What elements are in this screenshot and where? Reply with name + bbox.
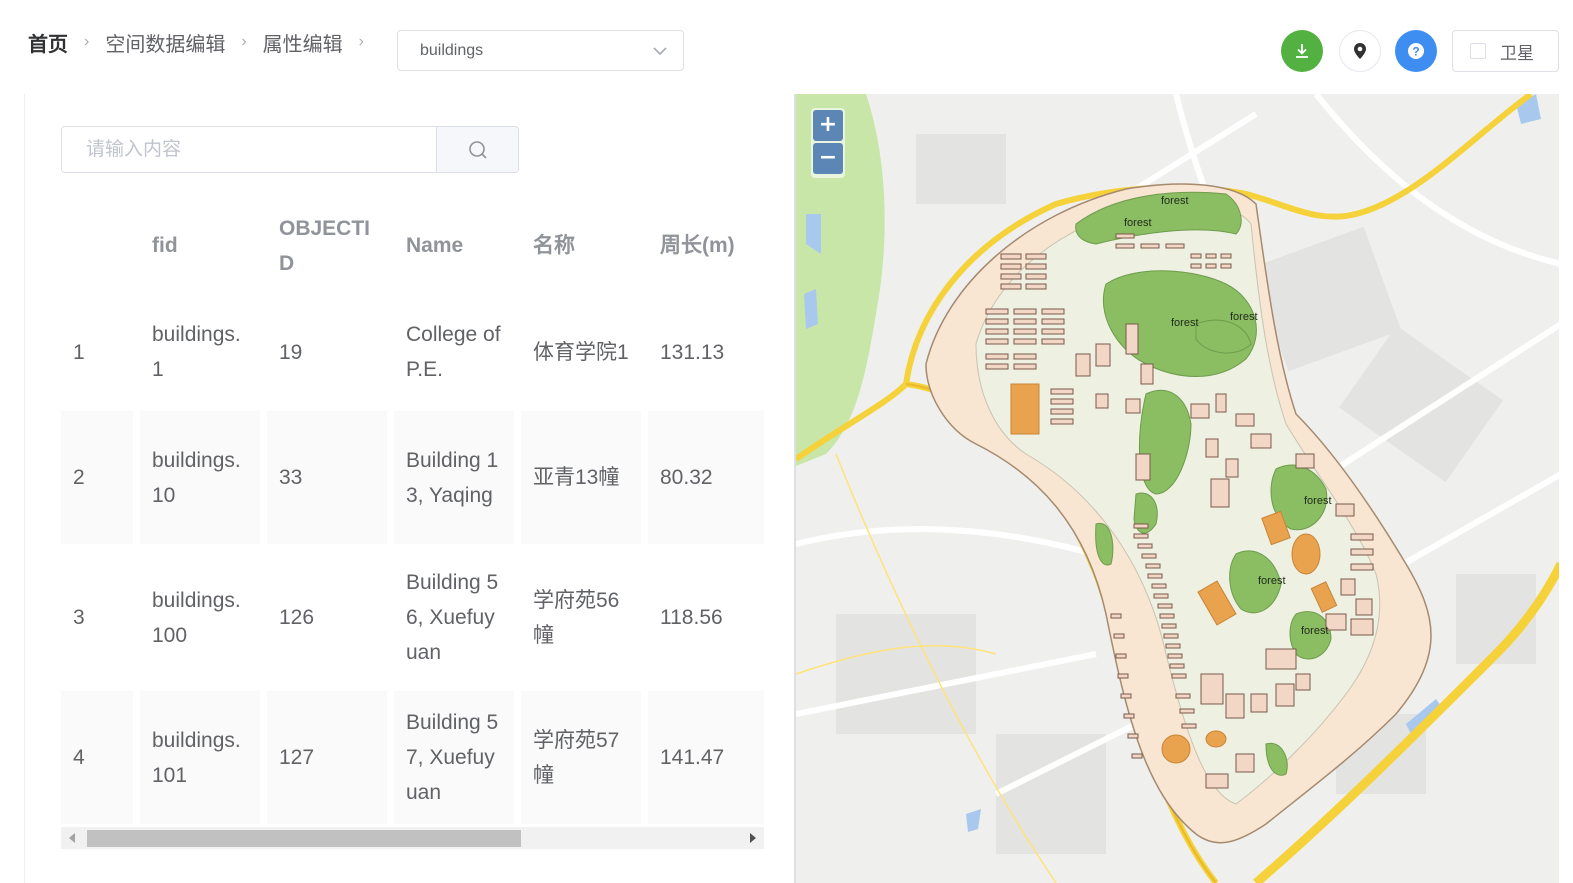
cell-objectid: 126 [267,551,387,684]
column-header-index [61,198,133,293]
download-button[interactable] [1281,30,1323,72]
locate-button[interactable] [1339,30,1381,72]
satellite-toggle[interactable]: 卫星 [1452,30,1559,72]
layer-select[interactable]: buildings [397,30,684,71]
svg-text:?: ? [1412,45,1419,59]
help-button[interactable]: ? [1395,30,1437,72]
column-header-name[interactable]: Name [394,198,514,293]
column-header-cname[interactable]: 名称 [521,198,641,293]
table-row[interactable]: 2 buildings.10 33 Building 13, Yaqing 亚青… [61,411,764,544]
map-label-forest: forest [1124,217,1152,229]
map-view[interactable]: forest forest forest forest forest fores… [794,94,1559,883]
search-icon [468,140,487,159]
scroll-left-arrow-icon[interactable] [69,833,75,843]
search-input[interactable] [62,127,436,172]
map-label-forest: forest [1161,195,1189,207]
cell-fid: buildings.10 [140,411,260,544]
table-header-row: fid OBJECTID Name 名称 周长(m) 面2) [61,198,764,293]
scroll-right-arrow-icon[interactable] [750,833,756,843]
question-icon: ? [1408,43,1424,59]
cell-index: 4 [61,691,133,824]
cell-index: 1 [61,300,133,404]
cell-name: Building 56, Xuefuyuan [394,551,514,684]
cell-perimeter: 141.47 [648,691,764,824]
zoom-out-button[interactable]: − [813,143,843,174]
cell-objectid: 19 [267,300,387,404]
cell-perimeter: 118.56 [648,551,764,684]
cell-objectid: 33 [267,411,387,544]
breadcrumb: 首页 › 空间数据编辑 › 属性编辑 › [28,27,380,57]
table-row[interactable]: 3 buildings.100 126 Building 56, Xuefuyu… [61,551,764,684]
satellite-label: 卫星 [1500,43,1534,63]
zoom-control: + − [811,108,845,178]
horizontal-scrollbar[interactable] [61,827,764,849]
cell-index: 3 [61,551,133,684]
attribute-panel: fid OBJECTID Name 名称 周长(m) 面2) 1 buildin… [24,94,793,883]
cell-name: Building 13, Yaqing [394,411,514,544]
top-bar: 首页 › 空间数据编辑 › 属性编辑 › buildings ? 卫星 [0,0,1573,94]
breadcrumb-home[interactable]: 首页 [28,28,68,57]
layer-select-value: buildings [420,41,484,59]
column-header-perimeter[interactable]: 周长(m) [648,198,764,293]
cell-fid: buildings.101 [140,691,260,824]
map-label-forest: forest [1171,317,1199,329]
column-header-fid[interactable]: fid [140,198,260,293]
map-label-forest: forest [1230,311,1258,323]
map-label-forest: forest [1304,495,1332,507]
map-label-forest: forest [1258,575,1286,587]
location-pin-icon [1354,43,1366,59]
cell-perimeter: 131.13 [648,300,764,404]
map-canvas[interactable]: forest forest forest forest forest fores… [796,94,1559,883]
scrollbar-thumb[interactable] [87,830,521,847]
map-label-forest: forest [1301,625,1329,637]
column-header-objectid[interactable]: OBJECTI D [267,198,387,293]
search-bar [61,126,519,173]
cell-name: Building 57, Xuefuyuan [394,691,514,824]
chevron-down-icon [653,46,667,55]
table-row[interactable]: 1 buildings.1 19 College of P.E. 体育学院1 1… [61,300,764,404]
cell-cname: 学府苑56幢 [521,551,641,684]
cell-cname: 体育学院1 [521,300,641,404]
breadcrumb-separator-icon: › [84,33,90,50]
cell-name: College of P.E. [394,300,514,404]
download-icon [1296,44,1308,58]
cell-fid: buildings.100 [140,551,260,684]
search-button[interactable] [436,127,518,172]
cell-cname: 学府苑57幢 [521,691,641,824]
cell-cname: 亚青13幢 [521,411,641,544]
cell-objectid: 127 [267,691,387,824]
attribute-table: fid OBJECTID Name 名称 周长(m) 面2) 1 buildin… [61,194,764,854]
breadcrumb-attribute-edit: 属性编辑 [262,33,343,56]
cell-index: 2 [61,411,133,544]
breadcrumb-separator-icon: › [358,33,364,50]
breadcrumb-separator-icon: › [241,33,247,50]
cell-fid: buildings.1 [140,300,260,404]
cell-perimeter: 80.32 [648,411,764,544]
breadcrumb-spatial-edit[interactable]: 空间数据编辑 [105,28,225,57]
table-row[interactable]: 4 buildings.101 127 Building 57, Xuefuyu… [61,691,764,824]
zoom-in-button[interactable]: + [813,110,843,141]
satellite-checkbox[interactable] [1470,43,1486,59]
